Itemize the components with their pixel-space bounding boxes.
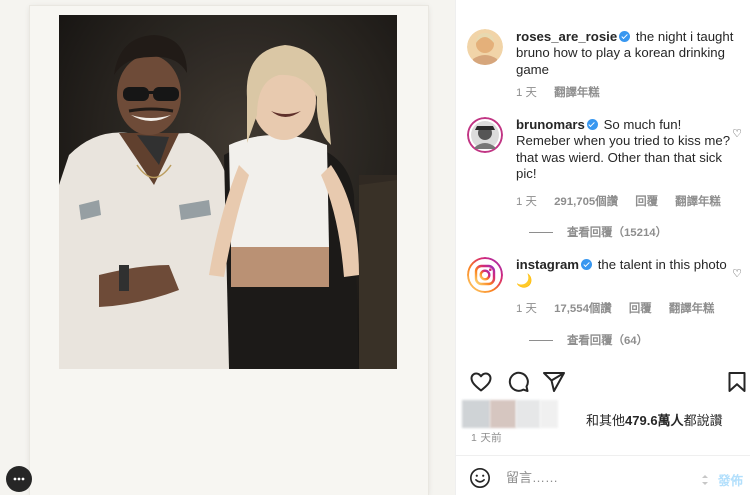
- action-bar: [456, 370, 750, 398]
- likes-prefix: 和其他: [586, 413, 626, 428]
- share-icon[interactable]: [542, 370, 566, 394]
- dots-icon: [13, 477, 25, 481]
- verified-icon: [619, 31, 631, 42]
- comment-time[interactable]: 1 天: [516, 303, 537, 315]
- comments-list[interactable]: roses_are_rosie the night i taught bruno…: [456, 0, 750, 358]
- verified-icon: [586, 119, 598, 130]
- liker-avatar-3: [516, 400, 540, 428]
- comment-likes[interactable]: 291,705個讚: [554, 196, 618, 208]
- liker-avatar-2: [490, 400, 516, 428]
- comment-translate[interactable]: 翻譯年糕: [669, 303, 715, 315]
- post-button[interactable]: 發佈: [718, 470, 743, 489]
- liker-avatar-4: [540, 400, 558, 428]
- post-time[interactable]: 1 天前: [471, 430, 502, 445]
- likes-suffix: 都說讚: [683, 413, 723, 428]
- comment-username[interactable]: instagram: [516, 257, 579, 272]
- comment-likes[interactable]: 17,554個讚: [554, 303, 612, 315]
- author-avatar-small[interactable]: [6, 466, 32, 492]
- instagram-avatar-icon: [467, 257, 503, 293]
- comment-translate[interactable]: 翻譯年糕: [675, 196, 721, 208]
- caption-username[interactable]: roses_are_rosie: [516, 29, 617, 44]
- post-media: [0, 0, 455, 495]
- avatar[interactable]: [467, 117, 503, 153]
- view-replies-label: 查看回覆（15214）: [567, 227, 668, 239]
- caption-text: roses_are_rosie the night i taught bruno…: [516, 29, 736, 78]
- liker-avatar-1: [462, 400, 490, 428]
- caption-translate[interactable]: 翻譯年糕: [554, 87, 600, 99]
- comment-icon[interactable]: [506, 370, 530, 394]
- comment-time[interactable]: 1 天: [516, 196, 537, 208]
- comment-box: 發佈: [456, 456, 750, 495]
- emoji-icon[interactable]: [469, 467, 491, 489]
- comments-panel: roses_are_rosie the night i taught bruno…: [455, 0, 750, 495]
- likes-count[interactable]: 479.6萬人: [625, 413, 684, 428]
- replies-line: [529, 232, 553, 234]
- caption-time[interactable]: 1 天: [516, 87, 537, 99]
- bruno-avatar-icon: [467, 117, 503, 153]
- comment-like-icon[interactable]: ♡: [732, 267, 742, 280]
- photo-illustration: [59, 15, 397, 369]
- replies-line: [529, 340, 553, 342]
- likes-summary[interactable]: 和其他479.6萬人都說讚: [462, 398, 747, 428]
- comment-like-icon[interactable]: ♡: [732, 127, 742, 140]
- scroll-arrows-icon[interactable]: [700, 472, 710, 488]
- view-replies-button[interactable]: 查看回覆（64）: [529, 332, 648, 348]
- reply-button[interactable]: 回覆: [635, 196, 658, 208]
- avatar[interactable]: [467, 257, 503, 293]
- comment-input[interactable]: [506, 467, 686, 487]
- caption-meta: 1 天 翻譯年糕: [516, 84, 614, 100]
- likes-text: 和其他479.6萬人都說讚: [586, 410, 723, 429]
- comment-text: instagram the talent in this photo 🌙: [516, 257, 736, 290]
- comment-meta: 1 天 17,554個讚 回覆 翻譯年糕: [516, 300, 728, 316]
- verified-icon: [581, 259, 593, 270]
- avatar[interactable]: [467, 29, 503, 65]
- comment-meta: 1 天 291,705個讚 回覆 翻譯年糕: [516, 193, 735, 209]
- view-replies-button[interactable]: 查看回覆（15214）: [529, 224, 667, 240]
- view-replies-label: 查看回覆（64）: [567, 335, 649, 347]
- heart-icon[interactable]: [469, 370, 493, 394]
- comment-text: brunomars So much fun! Remeber when you …: [516, 117, 736, 183]
- post-photo[interactable]: [59, 15, 397, 369]
- bookmark-icon[interactable]: [725, 370, 749, 394]
- roses-avatar-icon: [467, 29, 503, 65]
- comment-username[interactable]: brunomars: [516, 117, 585, 132]
- reply-button[interactable]: 回覆: [629, 303, 652, 315]
